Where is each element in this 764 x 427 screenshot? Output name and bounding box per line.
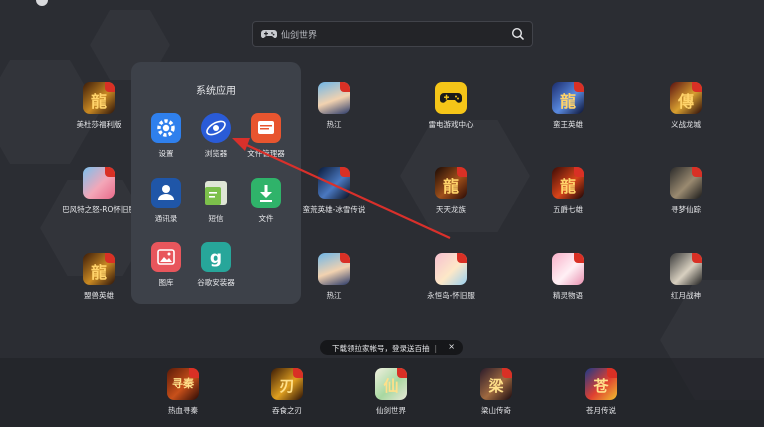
app-label: 吞食之刃 xyxy=(272,406,302,415)
dock-app[interactable]: 梁梁山传奇 xyxy=(456,368,536,416)
game-icon: 梁 xyxy=(480,368,512,400)
app-label: 苍月传说 xyxy=(586,406,616,415)
corner-badge xyxy=(397,368,407,378)
icon-glyph: 仙 xyxy=(383,377,399,395)
game-icon: 苍 xyxy=(585,368,617,400)
game-icon: 寻秦 xyxy=(167,368,199,400)
app-label: 仙剑世界 xyxy=(376,406,406,415)
icon-glyph: 梁 xyxy=(488,377,504,395)
dock-app[interactable]: 仙仙剑世界 xyxy=(351,368,431,416)
corner-badge xyxy=(293,368,303,378)
toast-separator: | xyxy=(434,344,438,353)
dock-app[interactable]: 苍苍月传说 xyxy=(561,368,641,416)
game-icon: 仙 xyxy=(375,368,407,400)
game-icon: 刃 xyxy=(271,368,303,400)
corner-badge xyxy=(189,368,199,378)
dock-app[interactable]: 寻秦 热血寻秦 xyxy=(143,368,223,416)
app-label: 热血寻秦 xyxy=(168,406,198,415)
promo-toast[interactable]: 下载领拉家帐号，登录送百抽 | × xyxy=(320,340,463,355)
dock-app[interactable]: 刃吞食之刃 xyxy=(247,368,327,416)
icon-glyph: 苍 xyxy=(593,377,609,395)
corner-badge xyxy=(502,368,512,378)
corner-badge xyxy=(607,368,617,378)
close-icon[interactable]: × xyxy=(448,342,455,351)
toast-text: 下载领拉家帐号，登录送百抽 xyxy=(332,344,430,353)
icon-glyph: 刃 xyxy=(279,377,295,395)
app-label: 梁山传奇 xyxy=(481,406,511,415)
